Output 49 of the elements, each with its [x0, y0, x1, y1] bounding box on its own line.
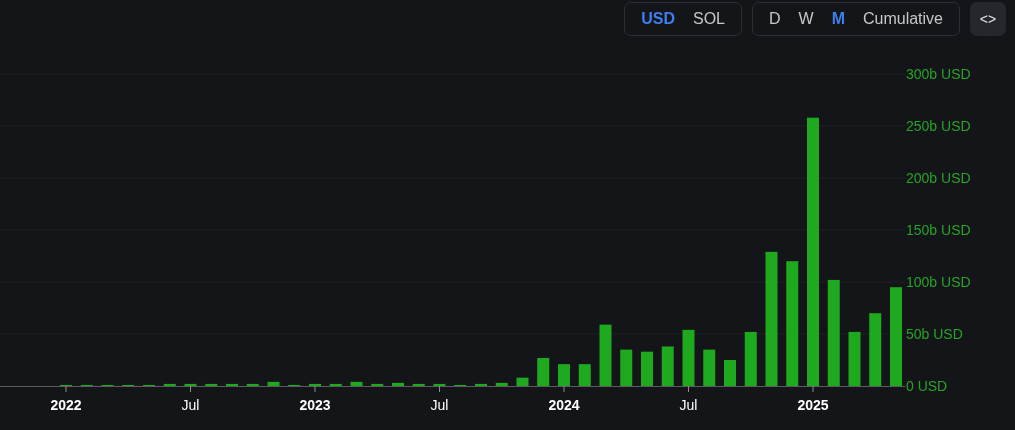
y-tick-label: 150b USD — [906, 222, 971, 238]
period-option[interactable]: Cumulative — [854, 6, 951, 32]
chart-bar — [226, 383, 238, 386]
chart-bar — [267, 381, 280, 386]
period-option[interactable]: W — [790, 6, 822, 32]
chart-bar — [599, 324, 612, 386]
embed-button[interactable]: <> — [970, 2, 1006, 36]
chart-bar — [682, 329, 695, 386]
currency-option[interactable]: SOL — [684, 6, 733, 32]
period-option[interactable]: M — [823, 6, 853, 32]
chart-bar — [537, 357, 550, 386]
chart-bar — [412, 383, 425, 386]
chart-bar — [724, 360, 736, 386]
chart-bar — [744, 331, 757, 386]
chart-bar — [309, 383, 321, 386]
y-tick-label: 250b USD — [906, 118, 971, 134]
chart-bar — [350, 381, 363, 386]
x-tick-label: 2025 — [797, 397, 829, 413]
x-tick-label: Jul — [430, 397, 449, 413]
y-tick-label: 200b USD — [906, 170, 971, 186]
chart-bar — [475, 383, 487, 386]
chart-bar — [433, 383, 446, 386]
currency-option[interactable]: USD — [633, 6, 683, 32]
chart-bar — [371, 383, 384, 386]
chart-bar — [620, 349, 633, 386]
y-tick-label: 0 USD — [906, 378, 948, 394]
chart-bar — [641, 351, 653, 386]
y-tick-label: 300b USD — [906, 66, 971, 82]
chart-bar — [392, 382, 404, 386]
chart-bar — [205, 383, 218, 386]
period-option[interactable]: D — [760, 6, 789, 32]
chart-bar — [661, 346, 674, 386]
chart-bar — [246, 383, 259, 386]
chart-bar — [703, 349, 716, 386]
x-tick-label: 2024 — [548, 397, 580, 413]
x-tick-label: Jul — [181, 397, 200, 413]
chart-bar — [329, 383, 342, 386]
y-tick-label: 50b USD — [906, 326, 963, 342]
chart-bar — [163, 383, 176, 386]
chart-bar — [184, 383, 197, 386]
chart-bar — [495, 382, 508, 386]
x-tick-label: Jul — [679, 397, 698, 413]
chart-bar — [558, 364, 570, 386]
chart-bar — [848, 331, 861, 386]
chart-bar — [578, 364, 591, 386]
chart-bar — [516, 377, 529, 386]
y-tick-label: 100b USD — [906, 274, 971, 290]
x-tick-label: 2023 — [299, 397, 331, 413]
x-tick-label: 2022 — [50, 397, 82, 413]
